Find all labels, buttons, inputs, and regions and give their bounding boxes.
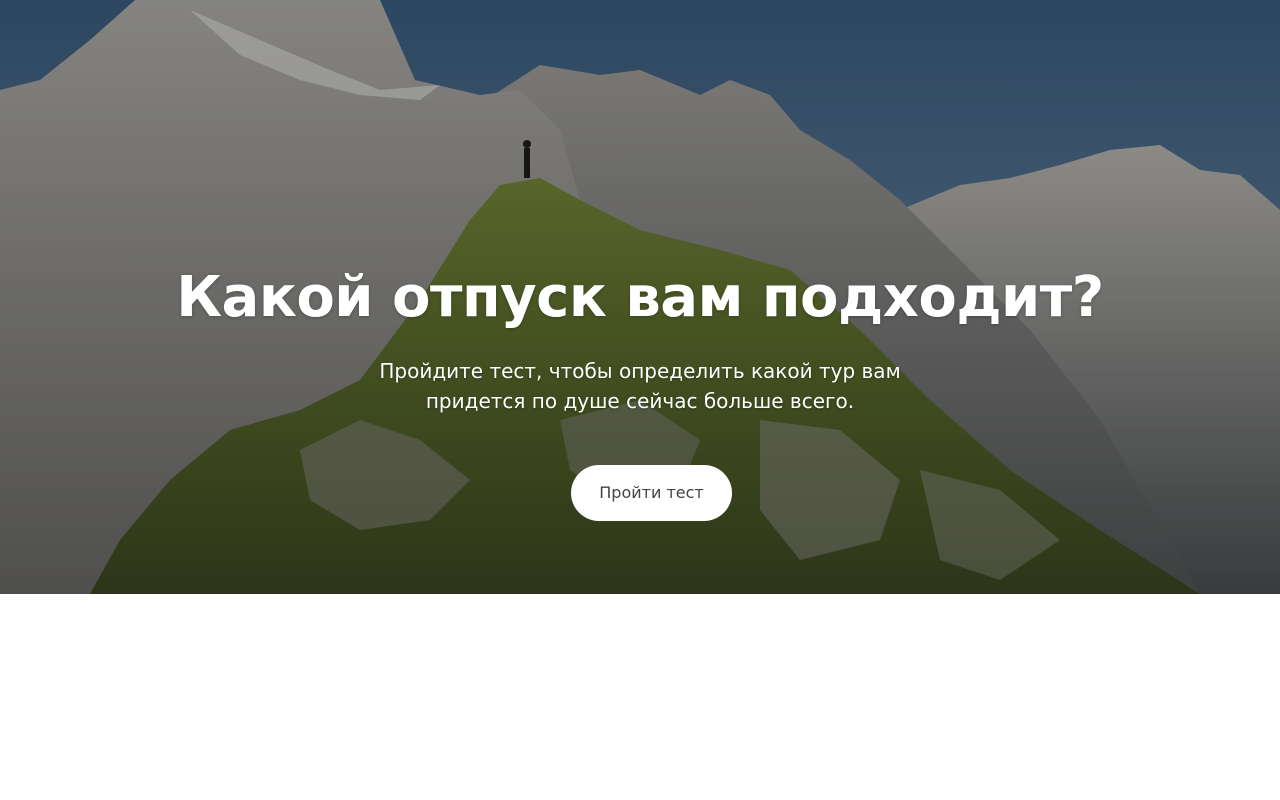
take-test-button[interactable]: Пройти тест — [571, 465, 732, 521]
hero-title: Какой отпуск вам подходит? — [176, 265, 1104, 330]
below-hero-blank-area — [0, 594, 1280, 800]
hero-subtitle: Пройдите тест, чтобы определить какой ту… — [379, 359, 901, 413]
hero-section: Какой отпуск вам подходит? Пройдите тест… — [0, 0, 1280, 594]
hero-content: Какой отпуск вам подходит? Пройдите тест… — [0, 0, 1280, 594]
